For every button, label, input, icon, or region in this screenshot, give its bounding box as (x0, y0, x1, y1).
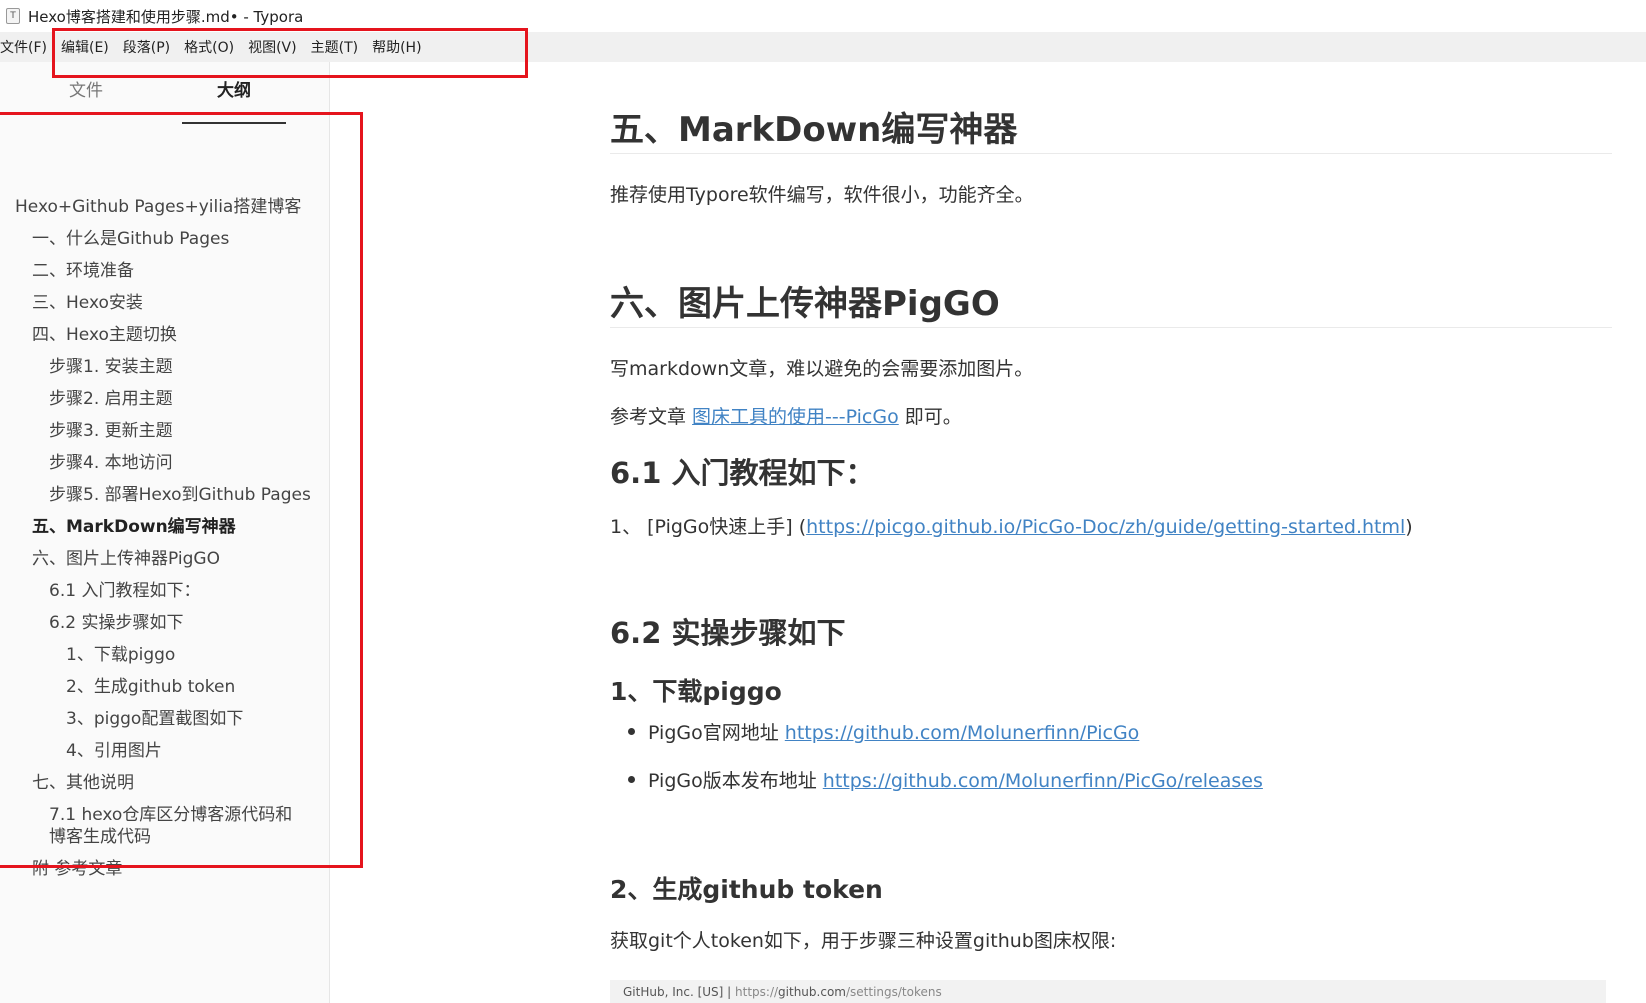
menu-view[interactable]: 视图(V) (241, 37, 304, 57)
picgo-repo-link[interactable]: https://github.com/Molunerfinn/PicGo (785, 722, 1140, 744)
outline-item[interactable]: 三、Hexo安装 (32, 292, 143, 314)
reference-link[interactable]: 图床工具的使用---PicGo (692, 406, 899, 428)
list-item[interactable]: PigGo版本发布地址 https://github.com/Molunerfi… (648, 766, 1263, 793)
menu-bar: 文件(F) 编辑(E) 段落(P) 格式(O) 视图(V) 主题(T) 帮助(H… (0, 32, 1646, 62)
heading-rule (610, 153, 1612, 154)
outline-item[interactable]: 7.1 hexo仓库区分博客源代码和 (49, 804, 292, 826)
menu-edit[interactable]: 编辑(E) (54, 37, 116, 57)
outline-item[interactable]: 6.2 实操步骤如下 (49, 612, 183, 634)
sidebar: 文件 大纲 Hexo+Github Pages+yilia搭建博客 一、什么是G… (0, 62, 330, 1003)
bullet (628, 728, 635, 735)
tab-outline[interactable]: 大纲 (217, 76, 251, 101)
outline-item[interactable]: 附 参考文章 (32, 858, 122, 880)
text: PigGo版本发布地址 (648, 770, 823, 792)
outline-item[interactable]: 六、图片上传神器PigGO (32, 548, 220, 570)
outline-item-continued[interactable]: 博客生成代码 (49, 826, 151, 848)
text: GitHub, Inc. [US] | (623, 985, 736, 999)
list-item[interactable]: PigGo官网地址 https://github.com/Molunerfinn… (648, 718, 1139, 745)
outline-item[interactable]: 4、引用图片 (66, 740, 162, 762)
tab-files[interactable]: 文件 (69, 76, 103, 101)
text: PigGo官网地址 (648, 722, 785, 744)
outline-item[interactable]: 步骤1. 安装主题 (49, 356, 173, 378)
menu-format[interactable]: 格式(O) (177, 37, 241, 57)
outline-item[interactable]: 一、什么是Github Pages (32, 228, 229, 250)
paragraph[interactable]: 推荐使用Typore软件编写，软件很小，功能齐全。 (610, 180, 1034, 207)
text: ) (1405, 516, 1413, 538)
sidebar-tabs: 文件 大纲 (0, 76, 330, 124)
active-tab-indicator (182, 122, 286, 124)
picgo-releases-link[interactable]: https://github.com/Molunerfinn/PicGo/rel… (823, 770, 1263, 792)
menu-file[interactable]: 文件(F) (0, 37, 54, 57)
outline-item[interactable]: 七、其他说明 (32, 772, 134, 794)
heading-6-2[interactable]: 6.2 实操步骤如下 (610, 610, 845, 652)
bullet (628, 776, 635, 783)
outline-item[interactable]: 步骤5. 部署Hexo到Github Pages (49, 484, 311, 506)
outline-item[interactable]: 3、piggo配置截图如下 (66, 708, 243, 730)
outline-item-active[interactable]: 五、MarkDown编写神器 (32, 516, 236, 538)
text: 1、 [PigGo快速上手] ( (610, 516, 807, 538)
outline-item[interactable]: 2、生成github token (66, 676, 235, 698)
heading-step-1[interactable]: 1、下载piggo (610, 672, 782, 708)
text: https:// (735, 985, 779, 999)
heading-rule (610, 327, 1612, 328)
typora-app-icon: T (6, 8, 20, 24)
menu-paragraph[interactable]: 段落(P) (116, 37, 177, 57)
window-title: Hexo博客搭建和使用步骤.md• - Typora (28, 7, 304, 26)
title-bar: T Hexo博客搭建和使用步骤.md• - Typora (0, 0, 1646, 32)
outline-item[interactable]: 1、下载piggo (66, 644, 175, 666)
heading-step-2[interactable]: 2、生成github token (610, 870, 883, 906)
paragraph[interactable]: 1、 [PigGo快速上手] (https://picgo.github.io/… (610, 512, 1413, 539)
outline-item[interactable]: 四、Hexo主题切换 (32, 324, 177, 346)
menu-theme[interactable]: 主题(T) (304, 37, 365, 57)
outline-item[interactable]: Hexo+Github Pages+yilia搭建博客 (15, 196, 301, 218)
outline-item[interactable]: 二、环境准备 (32, 260, 134, 282)
paragraph[interactable]: 获取git个人token如下，用于步骤三种设置github图床权限: (610, 926, 1116, 953)
text: 即可。 (898, 406, 962, 428)
text: github.com (778, 985, 846, 999)
screenshot-image-top: GitHub, Inc. [US] | https://github.com/s… (610, 980, 1606, 1003)
text: 参考文章 (610, 406, 693, 428)
heading-section-6[interactable]: 六、图片上传神器PigGO (610, 276, 1000, 325)
heading-6-1[interactable]: 6.1 入门教程如下： (610, 450, 874, 492)
outline-item[interactable]: 步骤3. 更新主题 (49, 420, 173, 442)
heading-section-5[interactable]: 五、MarkDown编写神器 (610, 102, 1017, 151)
picgo-docs-link[interactable]: https://picgo.github.io/PicGo-Doc/zh/gui… (806, 516, 1405, 538)
text: /settings/tokens (845, 985, 942, 999)
outline-item[interactable]: 6.1 入门教程如下： (49, 580, 200, 602)
outline-item[interactable]: 步骤4. 本地访问 (49, 452, 173, 474)
outline-item[interactable]: 步骤2. 启用主题 (49, 388, 173, 410)
editor-content[interactable]: 五、MarkDown编写神器 推荐使用Typore软件编写，软件很小，功能齐全。… (610, 62, 1620, 1003)
reference-paragraph[interactable]: 参考文章 图床工具的使用---PicGo 即可。 (610, 402, 962, 429)
paragraph[interactable]: 写markdown文章，难以避免的会需要添加图片。 (610, 354, 1033, 381)
menu-help[interactable]: 帮助(H) (365, 37, 428, 57)
